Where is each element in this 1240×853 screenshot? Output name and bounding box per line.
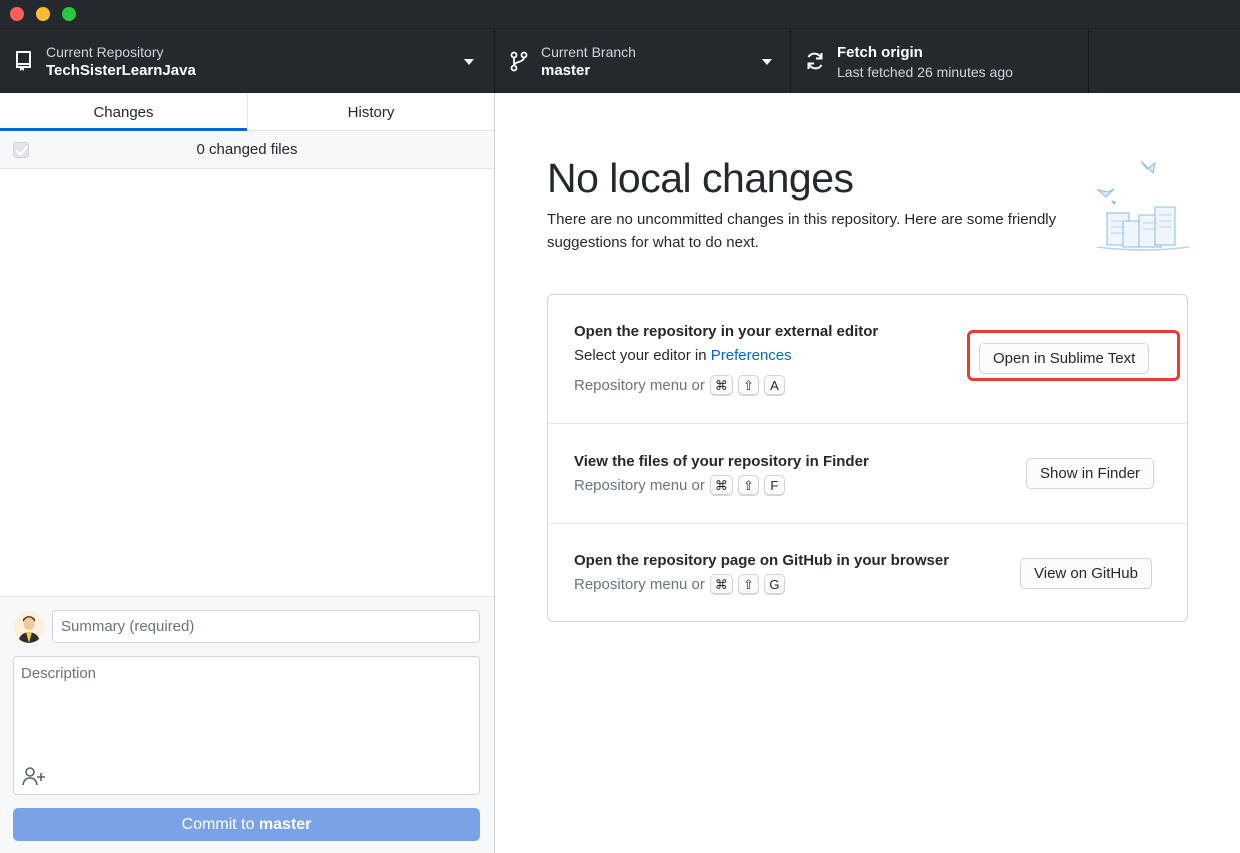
- repository-name: TechSisterLearnJava: [46, 62, 196, 79]
- letter-key: F: [763, 475, 785, 496]
- suggestions-list: Open the repository in your external edi…: [547, 294, 1188, 622]
- letter-key: A: [763, 375, 785, 396]
- sync-icon: [807, 52, 823, 70]
- zoom-window-button[interactable]: [62, 7, 76, 21]
- suggestion-external-editor: Open the repository in your external edi…: [548, 295, 1187, 424]
- fetch-title: Fetch origin: [837, 44, 923, 61]
- repository-icon: [16, 51, 31, 71]
- suggestion-title: Open the repository page on GitHub in yo…: [574, 552, 950, 569]
- shift-key: ⇧: [737, 574, 759, 595]
- repository-label: Current Repository: [46, 44, 164, 60]
- changes-header: 0 changed files: [0, 131, 494, 169]
- summary-input[interactable]: [52, 610, 480, 643]
- description-box: [13, 656, 480, 795]
- command-key: ⌘: [709, 475, 733, 496]
- suggestion-title: View the files of your repository in Fin…: [574, 453, 869, 470]
- preferences-link[interactable]: Preferences: [711, 347, 792, 364]
- shortcut-prefix: Repository menu or: [574, 377, 705, 394]
- commit-button-prefix: Commit to: [181, 816, 259, 833]
- close-window-button[interactable]: [10, 7, 24, 21]
- minimize-window-button[interactable]: [36, 7, 50, 21]
- add-co-author-icon[interactable]: [21, 765, 47, 787]
- commit-button-branch: master: [258, 816, 312, 833]
- suggestion-github: Open the repository page on GitHub in yo…: [548, 524, 1187, 622]
- toolbar: Current Repository TechSisterLearnJava C…: [0, 28, 1240, 93]
- tab-changes[interactable]: Changes: [0, 93, 247, 131]
- command-key: ⌘: [709, 574, 733, 595]
- shortcut-prefix: Repository menu or: [574, 477, 705, 494]
- branch-name: master: [541, 62, 591, 79]
- commit-panel: Commit to master: [0, 596, 494, 853]
- shift-key: ⇧: [737, 375, 759, 396]
- branch-icon: [510, 51, 528, 72]
- shortcut-hint: Repository menu or ⌘ ⇧ F: [574, 475, 785, 496]
- suggestion-title: Open the repository in your external edi…: [574, 323, 879, 340]
- description-input[interactable]: [14, 657, 479, 757]
- tab-history[interactable]: History: [247, 93, 494, 130]
- page-subtitle: There are no uncommitted changes in this…: [547, 211, 1057, 251]
- commit-button[interactable]: Commit to master: [13, 808, 480, 841]
- app-window: Current Repository TechSisterLearnJava C…: [0, 0, 1240, 853]
- no-changes-illustration: [1096, 160, 1190, 251]
- shortcut-hint: Repository menu or ⌘ ⇧ A: [574, 375, 785, 396]
- shift-key: ⇧: [737, 475, 759, 496]
- main-panel: No local changes There are no uncommitte…: [495, 93, 1240, 853]
- open-in-editor-button[interactable]: Open in Sublime Text: [979, 343, 1150, 374]
- shortcut-hint: Repository menu or ⌘ ⇧ G: [574, 574, 785, 595]
- current-branch-dropdown[interactable]: Current Branch master: [495, 29, 791, 93]
- changed-files-count: 0 changed files: [196, 141, 298, 158]
- editor-line-prefix: Select your editor in: [574, 347, 711, 364]
- shortcut-prefix: Repository menu or: [574, 576, 705, 593]
- current-repository-dropdown[interactable]: Current Repository TechSisterLearnJava: [0, 29, 495, 93]
- fetch-origin-button[interactable]: Fetch origin Last fetched 26 minutes ago: [791, 29, 1089, 93]
- letter-key: G: [763, 574, 785, 595]
- title-bar: [0, 0, 1240, 28]
- chevron-down-icon: [762, 59, 772, 65]
- show-in-finder-button[interactable]: Show in Finder: [1026, 458, 1155, 489]
- sidebar: Changes History 0 changed files Summary …: [0, 93, 495, 853]
- sidebar-tabs: Changes History: [0, 93, 494, 131]
- suggestion-description: Select your editor in Preferences: [574, 347, 792, 364]
- chevron-down-icon: [464, 59, 474, 65]
- fetch-status: Last fetched 26 minutes ago: [837, 64, 1013, 80]
- page-title: No local changes: [547, 155, 854, 201]
- view-on-github-button[interactable]: View on GitHub: [1020, 558, 1152, 589]
- avatar: [14, 611, 44, 643]
- branch-label: Current Branch: [541, 44, 636, 60]
- command-key: ⌘: [709, 375, 733, 396]
- suggestion-finder: View the files of your repository in Fin…: [548, 424, 1187, 524]
